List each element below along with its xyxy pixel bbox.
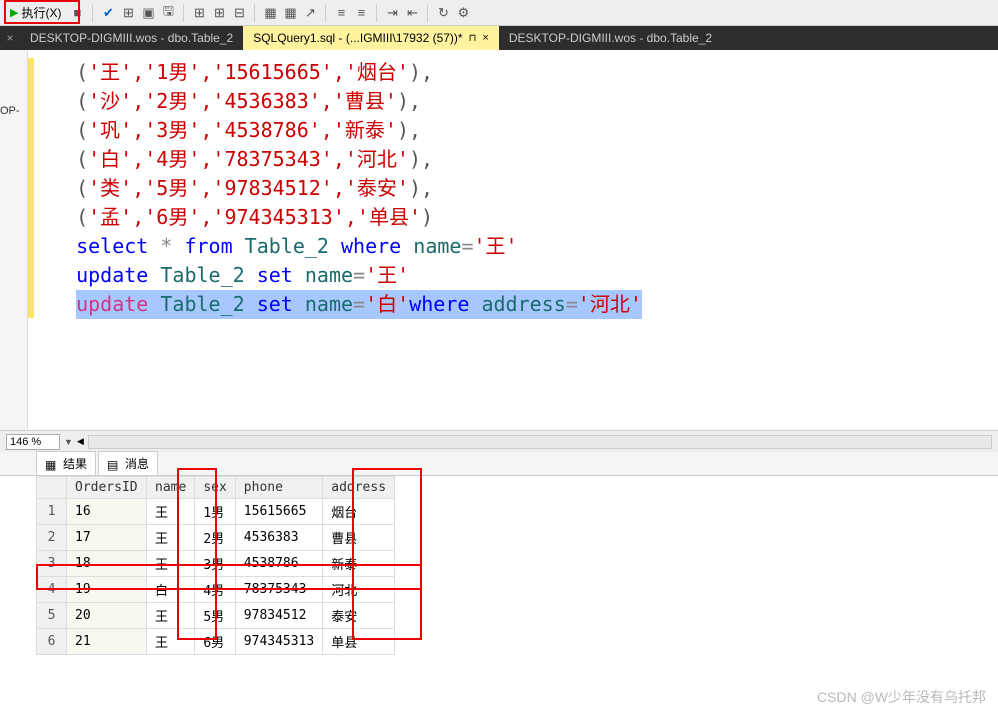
grid-icon[interactable]: ▦ (262, 5, 278, 21)
tab-label: 结果 (63, 455, 87, 472)
table-row[interactable]: 520王5男97834512泰安 (37, 603, 395, 629)
tab-results[interactable]: ▦ 结果 (36, 451, 96, 476)
step2-icon[interactable]: ⇤ (404, 5, 420, 21)
stop-icon[interactable]: ■ (69, 5, 85, 21)
close-icon[interactable]: × (482, 32, 488, 44)
pin-icon[interactable]: ⊓ (469, 33, 477, 44)
separator (254, 4, 255, 22)
refresh-icon[interactable]: ↻ (435, 5, 451, 21)
horizontal-scrollbar[interactable] (88, 435, 992, 449)
code-line: ('王','1男','15615665','烟台'), (42, 58, 998, 87)
col-address[interactable]: address (323, 477, 395, 499)
execute-label: 执行(X) (21, 4, 61, 21)
separator (325, 4, 326, 22)
toolbar: ▶ 执行(X) ■ ✔ ⊞ ▣ 🖫 ⊞ ⊞ ⊟ ▦ ▦ ↗ ≡ ≡ ⇥ ⇤ ↻ … (0, 0, 998, 26)
op-label: OP- (0, 105, 20, 117)
disk-icon[interactable]: ⊟ (231, 5, 247, 21)
code-line: ('白','4男','78375343','河北'), (42, 145, 998, 174)
tab-strip: × DESKTOP-DIGMIII.wos - dbo.Table_2 SQLQ… (0, 26, 998, 50)
watermark: CSDN @W少年没有乌托邦 (817, 687, 986, 707)
tab-label: 消息 (125, 455, 149, 472)
corner-cell (37, 477, 67, 499)
change-marker (28, 58, 34, 318)
message-icon: ▤ (107, 458, 121, 470)
separator (183, 4, 184, 22)
window-icon[interactable]: ▣ (140, 5, 156, 21)
col-ordersid[interactable]: OrdersID (67, 477, 147, 499)
col-phone[interactable]: phone (235, 477, 322, 499)
results-grid[interactable]: OrdersID name sex phone address 116王1男15… (36, 476, 395, 655)
code-line: update Table_2 set name='白'where address… (42, 290, 998, 319)
code-editor[interactable]: ('王','1男','15615665','烟台'), ('沙','2男','4… (28, 50, 998, 430)
zoom-input[interactable] (6, 434, 60, 450)
header-row: OrdersID name sex phone address (37, 477, 395, 499)
save-icon[interactable]: 🖫 (160, 5, 176, 21)
editor-area: OP- ('王','1男','15615665','烟台'), ('沙','2男… (0, 50, 998, 430)
play-icon: ▶ (10, 6, 18, 19)
col-sex[interactable]: sex (195, 477, 235, 499)
grid-icon: ▦ (45, 458, 59, 470)
tab-table2[interactable]: DESKTOP-DIGMIII.wos - dbo.Table_2 (499, 26, 722, 50)
step-icon[interactable]: ⇥ (384, 5, 400, 21)
grid2-icon[interactable]: ▦ (282, 5, 298, 21)
code-line: update Table_2 set name='王' (42, 261, 998, 290)
code-line: select * from Table_2 where name='王' (42, 232, 998, 261)
table-row[interactable]: 419白4男78375343河北 (37, 577, 395, 603)
db-diagram-icon[interactable]: ⊞ (120, 5, 136, 21)
code-line: ('类','5男','97834512','泰安'), (42, 174, 998, 203)
settings-icon[interactable]: ⚙ (455, 5, 471, 21)
zoom-bar: ▼ ◀ (0, 430, 998, 452)
table-row[interactable]: 621王6男974345313单县 (37, 629, 395, 655)
tab-table1[interactable]: DESKTOP-DIGMIII.wos - dbo.Table_2 (20, 26, 243, 50)
code-line: ('沙','2男','4536383','曹县'), (42, 87, 998, 116)
schema2-icon[interactable]: ⊞ (211, 5, 227, 21)
close-panel-icon[interactable]: × (0, 26, 20, 50)
tab-messages[interactable]: ▤ 消息 (98, 451, 158, 476)
tab-label: DESKTOP-DIGMIII.wos - dbo.Table_2 (30, 31, 233, 45)
outdent-icon[interactable]: ≡ (353, 5, 369, 21)
tab-query[interactable]: SQLQuery1.sql - (...IGMIII\17932 (57))* ⊓… (243, 26, 499, 50)
separator (427, 4, 428, 22)
separator (376, 4, 377, 22)
tab-label: DESKTOP-DIGMIII.wos - dbo.Table_2 (509, 31, 712, 45)
results-grid-wrap: OrdersID name sex phone address 116王1男15… (0, 476, 998, 655)
left-gutter: OP- (0, 50, 28, 430)
scroll-left-icon[interactable]: ◀ (77, 436, 84, 447)
arrow-icon[interactable]: ↗ (302, 5, 318, 21)
table-row[interactable]: 116王1男15615665烟台 (37, 499, 395, 525)
table-row[interactable]: 318王3男4538786新泰 (37, 551, 395, 577)
table-row[interactable]: 217王2男4536383曹县 (37, 525, 395, 551)
chevron-down-icon[interactable]: ▼ (64, 437, 73, 447)
col-name[interactable]: name (147, 477, 195, 499)
indent-icon[interactable]: ≡ (333, 5, 349, 21)
code-line: ('巩','3男','4538786','新泰'), (42, 116, 998, 145)
results-tabs: ▦ 结果 ▤ 消息 (0, 452, 998, 476)
execute-button[interactable]: ▶ 执行(X) (6, 2, 65, 23)
check-icon[interactable]: ✔ (100, 5, 116, 21)
code-line: ('孟','6男','974345313','单县') (42, 203, 998, 232)
separator (92, 4, 93, 22)
tab-label: SQLQuery1.sql - (...IGMIII\17932 (57))* (253, 31, 462, 45)
schema-icon[interactable]: ⊞ (191, 5, 207, 21)
